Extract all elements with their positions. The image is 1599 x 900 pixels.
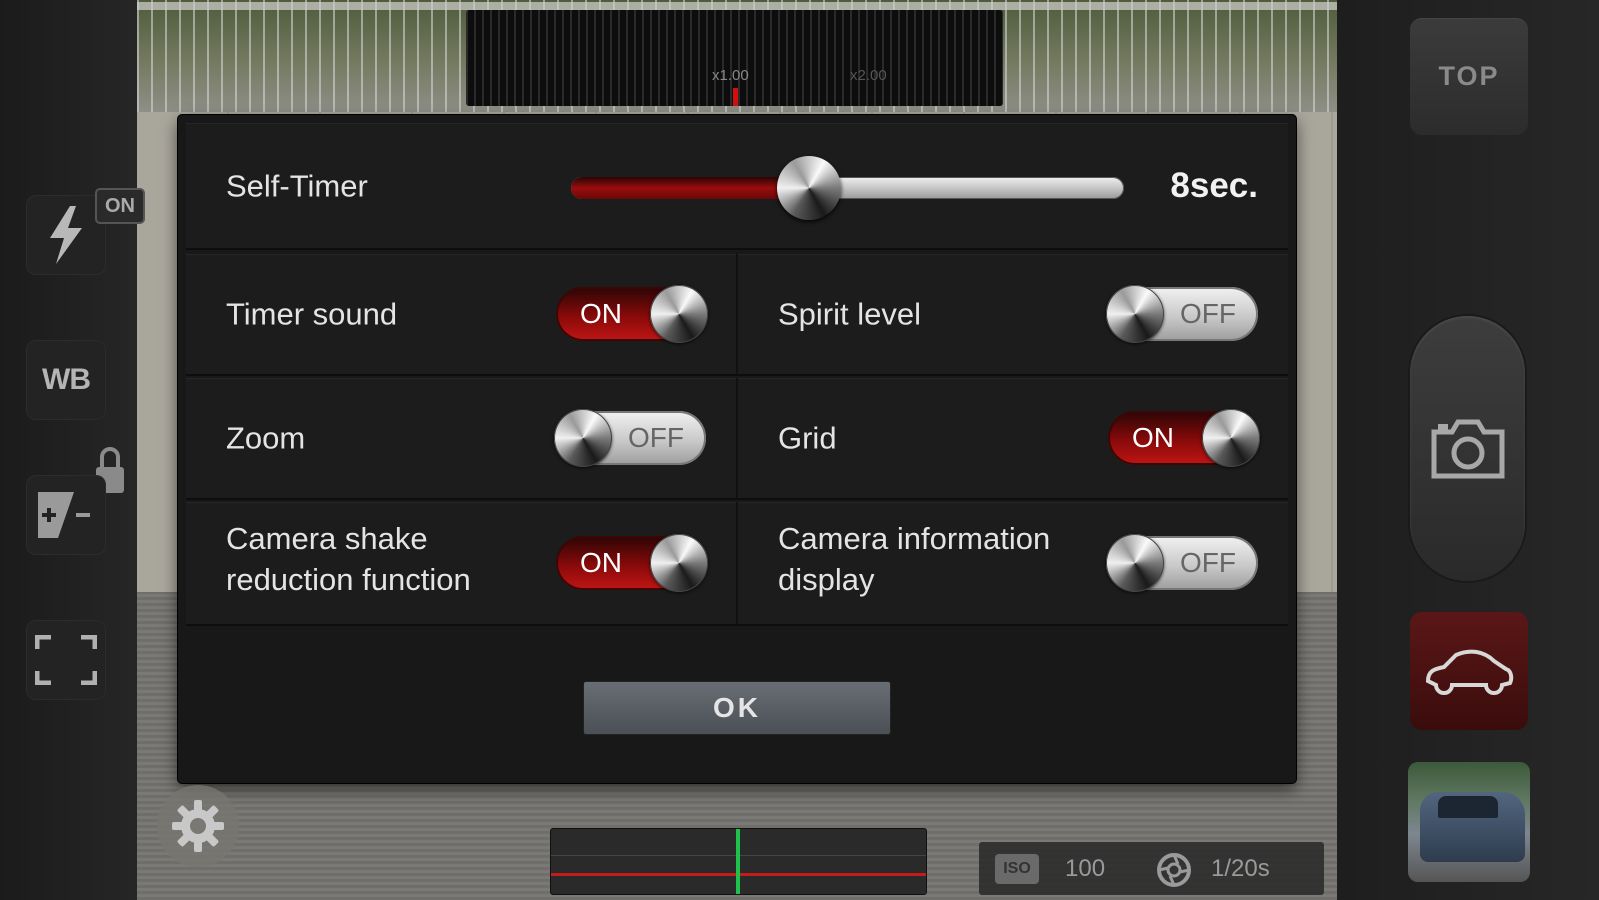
self-timer-slider[interactable]: [571, 156, 1124, 220]
camera-information-display-setting: Camera information display OFF: [738, 502, 1288, 624]
camera-information-display-toggle[interactable]: OFF: [1106, 534, 1258, 592]
toggle-knob: [650, 285, 708, 343]
zoom-position-marker: [733, 88, 738, 106]
self-timer-label: Self-Timer: [226, 168, 368, 203]
toggle-knob: [1202, 409, 1260, 467]
zoom-label-x2: x2.00: [850, 67, 887, 84]
grid-setting: Grid ON: [738, 378, 1288, 498]
toggle-state-text: OFF: [1180, 547, 1236, 578]
spirit-level-setting: Spirit level OFF: [738, 254, 1288, 374]
camera-shake-reduction-setting: Camera shake reduction function ON: [186, 502, 738, 624]
settings-row: Camera shake reduction function ON Camera…: [186, 502, 1288, 626]
zoom-setting: Zoom OFF: [186, 378, 738, 498]
toggle-state-text: ON: [580, 298, 622, 329]
shutter-speed-icon: [1157, 853, 1191, 887]
zoom-label: Zoom: [226, 420, 306, 456]
toggle-knob: [1106, 285, 1164, 343]
toggle-state-text: ON: [580, 547, 622, 578]
settings-button[interactable]: [157, 785, 239, 867]
timer-sound-setting: Timer sound ON: [186, 254, 738, 374]
fullscreen-button[interactable]: [26, 620, 106, 700]
spirit-level-toggle[interactable]: OFF: [1106, 285, 1258, 343]
settings-row: Timer sound ON Spirit level OFF: [186, 254, 1288, 376]
toggle-state-text: OFF: [1180, 298, 1236, 329]
slider-knob[interactable]: [776, 156, 841, 220]
grid-toggle[interactable]: ON: [1108, 409, 1260, 467]
timer-sound-toggle[interactable]: ON: [556, 285, 708, 343]
self-timer-row: Self-Timer 8sec.: [186, 123, 1288, 250]
toggle-knob: [650, 534, 708, 592]
timer-sound-label: Timer sound: [226, 296, 398, 332]
label-line-2: display: [778, 562, 875, 597]
zoom-label-x1: x1.00: [712, 67, 749, 84]
car-icon: [1425, 649, 1514, 695]
label-line-2: reduction function: [226, 562, 471, 597]
toggle-state-text: OFF: [628, 422, 684, 453]
spirit-level-label: Spirit level: [778, 296, 921, 332]
exposure-info-hud: ISO 100 1/20s: [979, 842, 1324, 895]
settings-row: Zoom OFF Grid ON: [186, 378, 1288, 500]
exposure-icon: [38, 492, 90, 538]
thumbnail-car-window: [1438, 796, 1498, 818]
flash-on-badge: ON: [95, 188, 145, 224]
flash-button[interactable]: [26, 195, 106, 275]
flash-icon: [50, 206, 82, 264]
camera-information-display-label: Camera information display: [778, 518, 1050, 600]
spirit-level-meter: [550, 828, 927, 895]
iso-value: 100: [1065, 855, 1106, 882]
fullscreen-icon: [35, 635, 97, 685]
gear-icon: [172, 800, 224, 852]
viewfinder-fence-rail: [137, 2, 1337, 10]
iso-badge: ISO: [995, 854, 1039, 884]
car-mode-button[interactable]: [1410, 612, 1528, 730]
shutter-speed-value: 1/20s: [1211, 855, 1270, 882]
zoom-toggle[interactable]: OFF: [554, 409, 706, 467]
camera-shake-reduction-label: Camera shake reduction function: [226, 518, 471, 600]
settings-dialog: Self-Timer 8sec. Timer sound ON Spirit l…: [178, 115, 1296, 783]
label-line-1: Camera information: [778, 521, 1051, 556]
white-balance-button[interactable]: WB: [26, 340, 106, 420]
shutter-button[interactable]: [1410, 316, 1525, 581]
grid-label: Grid: [778, 420, 837, 456]
label-line-1: Camera shake: [226, 521, 428, 556]
gallery-thumbnail[interactable]: [1408, 762, 1530, 882]
self-timer-value: 8sec.: [1170, 165, 1258, 205]
camera-icon: [1431, 419, 1504, 478]
toggle-knob: [1106, 534, 1164, 592]
top-button[interactable]: TOP: [1410, 18, 1528, 135]
ok-button[interactable]: OK: [584, 682, 890, 734]
toggle-state-text: ON: [1132, 422, 1174, 453]
level-center-tick: [736, 829, 740, 894]
toggle-knob: [554, 409, 612, 467]
slider-fill: [571, 177, 809, 199]
exposure-compensation-button[interactable]: [26, 475, 106, 555]
camera-shake-reduction-toggle[interactable]: ON: [556, 534, 708, 592]
